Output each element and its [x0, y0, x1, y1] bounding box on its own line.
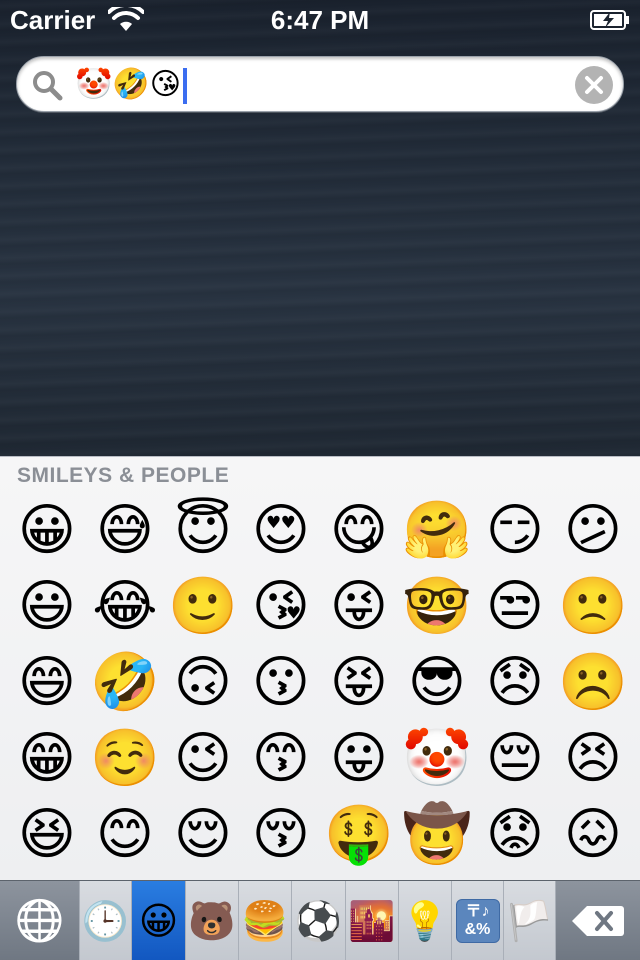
emoji-key[interactable]: 😙 — [242, 721, 320, 797]
emoji-key[interactable]: 😍 — [242, 493, 320, 569]
tab-smileys[interactable]: 😀 — [132, 881, 186, 960]
city-sunset-icon: 🌇 — [348, 899, 396, 943]
emoji-key[interactable]: 😁 — [8, 721, 86, 797]
emoji-key[interactable]: 😋 — [320, 493, 398, 569]
emoji-key[interactable]: 🤑 — [320, 797, 398, 873]
tab-animals[interactable]: 🐻 — [186, 881, 239, 960]
globe-icon: 🌐 — [14, 898, 65, 944]
emoji-key[interactable]: 😟 — [476, 797, 554, 873]
keyboard-tab-bar: 🌐 🕒 😀 🐻 🍔 ⚽ 🌇 💡 〒♪ &% 🏳️ — [0, 880, 640, 960]
clear-icon — [585, 76, 603, 94]
emoji-key[interactable]: 😉 — [164, 721, 242, 797]
tab-globe[interactable]: 🌐 — [0, 881, 80, 960]
emoji-key[interactable]: 😣 — [554, 721, 632, 797]
emoji-key[interactable]: 😎 — [398, 645, 476, 721]
emoji-key[interactable]: 😖 — [554, 797, 632, 873]
status-bar: Carrier 6:47 PM — [0, 0, 640, 40]
emoji-key[interactable]: 😜 — [320, 569, 398, 645]
emoji-key[interactable]: 🤗 — [398, 493, 476, 569]
emoji-key[interactable]: 😊 — [86, 797, 164, 873]
emoji-key[interactable]: 😝 — [320, 645, 398, 721]
emoji-key[interactable]: 🤠 — [398, 797, 476, 873]
search-input-value: 🤡🤣😘 — [75, 68, 181, 101]
symbols-bottom: &% — [464, 921, 491, 938]
search-input[interactable]: 🤡🤣😘 — [75, 65, 187, 105]
emoji-key[interactable]: 😘 — [242, 569, 320, 645]
tab-delete[interactable] — [556, 881, 640, 960]
clock-icon: 🕒 — [81, 899, 130, 943]
flag-icon: 🏳️ — [505, 899, 554, 943]
clock: 6:47 PM — [270, 5, 370, 35]
tab-objects[interactable]: 💡 — [399, 881, 452, 960]
battery-charging-icon — [590, 10, 629, 30]
emoji-key[interactable]: 😞 — [476, 645, 554, 721]
search-bar[interactable]: 🤡🤣😘 — [16, 56, 624, 112]
tab-activity[interactable]: ⚽ — [292, 881, 346, 960]
light-bulb-icon: 💡 — [401, 899, 449, 943]
bear-icon: 🐻 — [188, 899, 236, 943]
emoji-key[interactable]: 🙂 — [164, 569, 242, 645]
search-icon — [33, 71, 63, 101]
emoji-key[interactable]: 😀 — [8, 493, 86, 569]
emoji-key[interactable]: ☺️ — [86, 721, 164, 797]
emoji-key[interactable]: ☹️ — [554, 645, 632, 721]
emoji-key[interactable]: 🤓 — [398, 569, 476, 645]
emoji-key[interactable]: 😇 — [164, 493, 242, 569]
emoji-key[interactable]: 😃 — [8, 569, 86, 645]
tab-flags[interactable]: 🏳️ — [504, 881, 556, 960]
emoji-key[interactable]: 🙁 — [554, 569, 632, 645]
tab-symbols[interactable]: 〒♪ &% — [452, 881, 504, 960]
clear-button[interactable] — [575, 66, 613, 104]
backspace-icon — [572, 906, 624, 936]
emoji-key[interactable]: 😗 — [242, 645, 320, 721]
emoji-grid: 😀 😅 😇 😍 😋 🤗 😏 😕 😃 😂 🙂 😘 😜 🤓 😒 🙁 😄 🤣 🙃 😗 😝 😎 😞 ☹️ 😁 ☺️ 😉 😙 😛 🤡 😔 😣 😆 😊 😌 😚 🤑 🤠… — [0, 493, 640, 873]
symbols-icon: 〒♪ &% — [455, 899, 500, 943]
emoji-keyboard: SMILEYS & PEOPLE 😀 😅 😇 😍 😋 🤗 😏 😕 😃 😂 🙂 😘 😜 🤓 😒 🙁 😄 🤣 🙃 😗 😝 😎 😞… — [0, 456, 640, 880]
emoji-key[interactable]: 🤣 — [86, 645, 164, 721]
text-caret — [182, 68, 187, 105]
category-title: SMILEYS & PEOPLE — [17, 464, 230, 487]
emoji-key[interactable]: 😒 — [476, 569, 554, 645]
emoji-key[interactable]: 😅 — [86, 493, 164, 569]
emoji-key[interactable]: 🤡 — [398, 721, 476, 797]
emoji-key[interactable]: 😆 — [8, 797, 86, 873]
emoji-key[interactable]: 😚 — [242, 797, 320, 873]
emoji-key[interactable]: 😌 — [164, 797, 242, 873]
emoji-key[interactable]: 😂 — [86, 569, 164, 645]
tab-recent[interactable]: 🕒 — [80, 881, 132, 960]
smiley-icon: 😀 — [138, 899, 179, 943]
emoji-key[interactable]: 😛 — [320, 721, 398, 797]
emoji-key[interactable]: 😔 — [476, 721, 554, 797]
symbols-top: 〒♪ — [465, 903, 490, 920]
tab-travel[interactable]: 🌇 — [346, 881, 399, 960]
emoji-key[interactable]: 😕 — [554, 493, 632, 569]
emoji-key[interactable]: 🙃 — [164, 645, 242, 721]
emoji-key[interactable]: 😄 — [8, 645, 86, 721]
burger-icon: 🍔 — [241, 899, 289, 943]
emoji-key[interactable]: 😏 — [476, 493, 554, 569]
tab-food[interactable]: 🍔 — [239, 881, 292, 960]
soccer-ball-icon: ⚽ — [294, 899, 343, 943]
